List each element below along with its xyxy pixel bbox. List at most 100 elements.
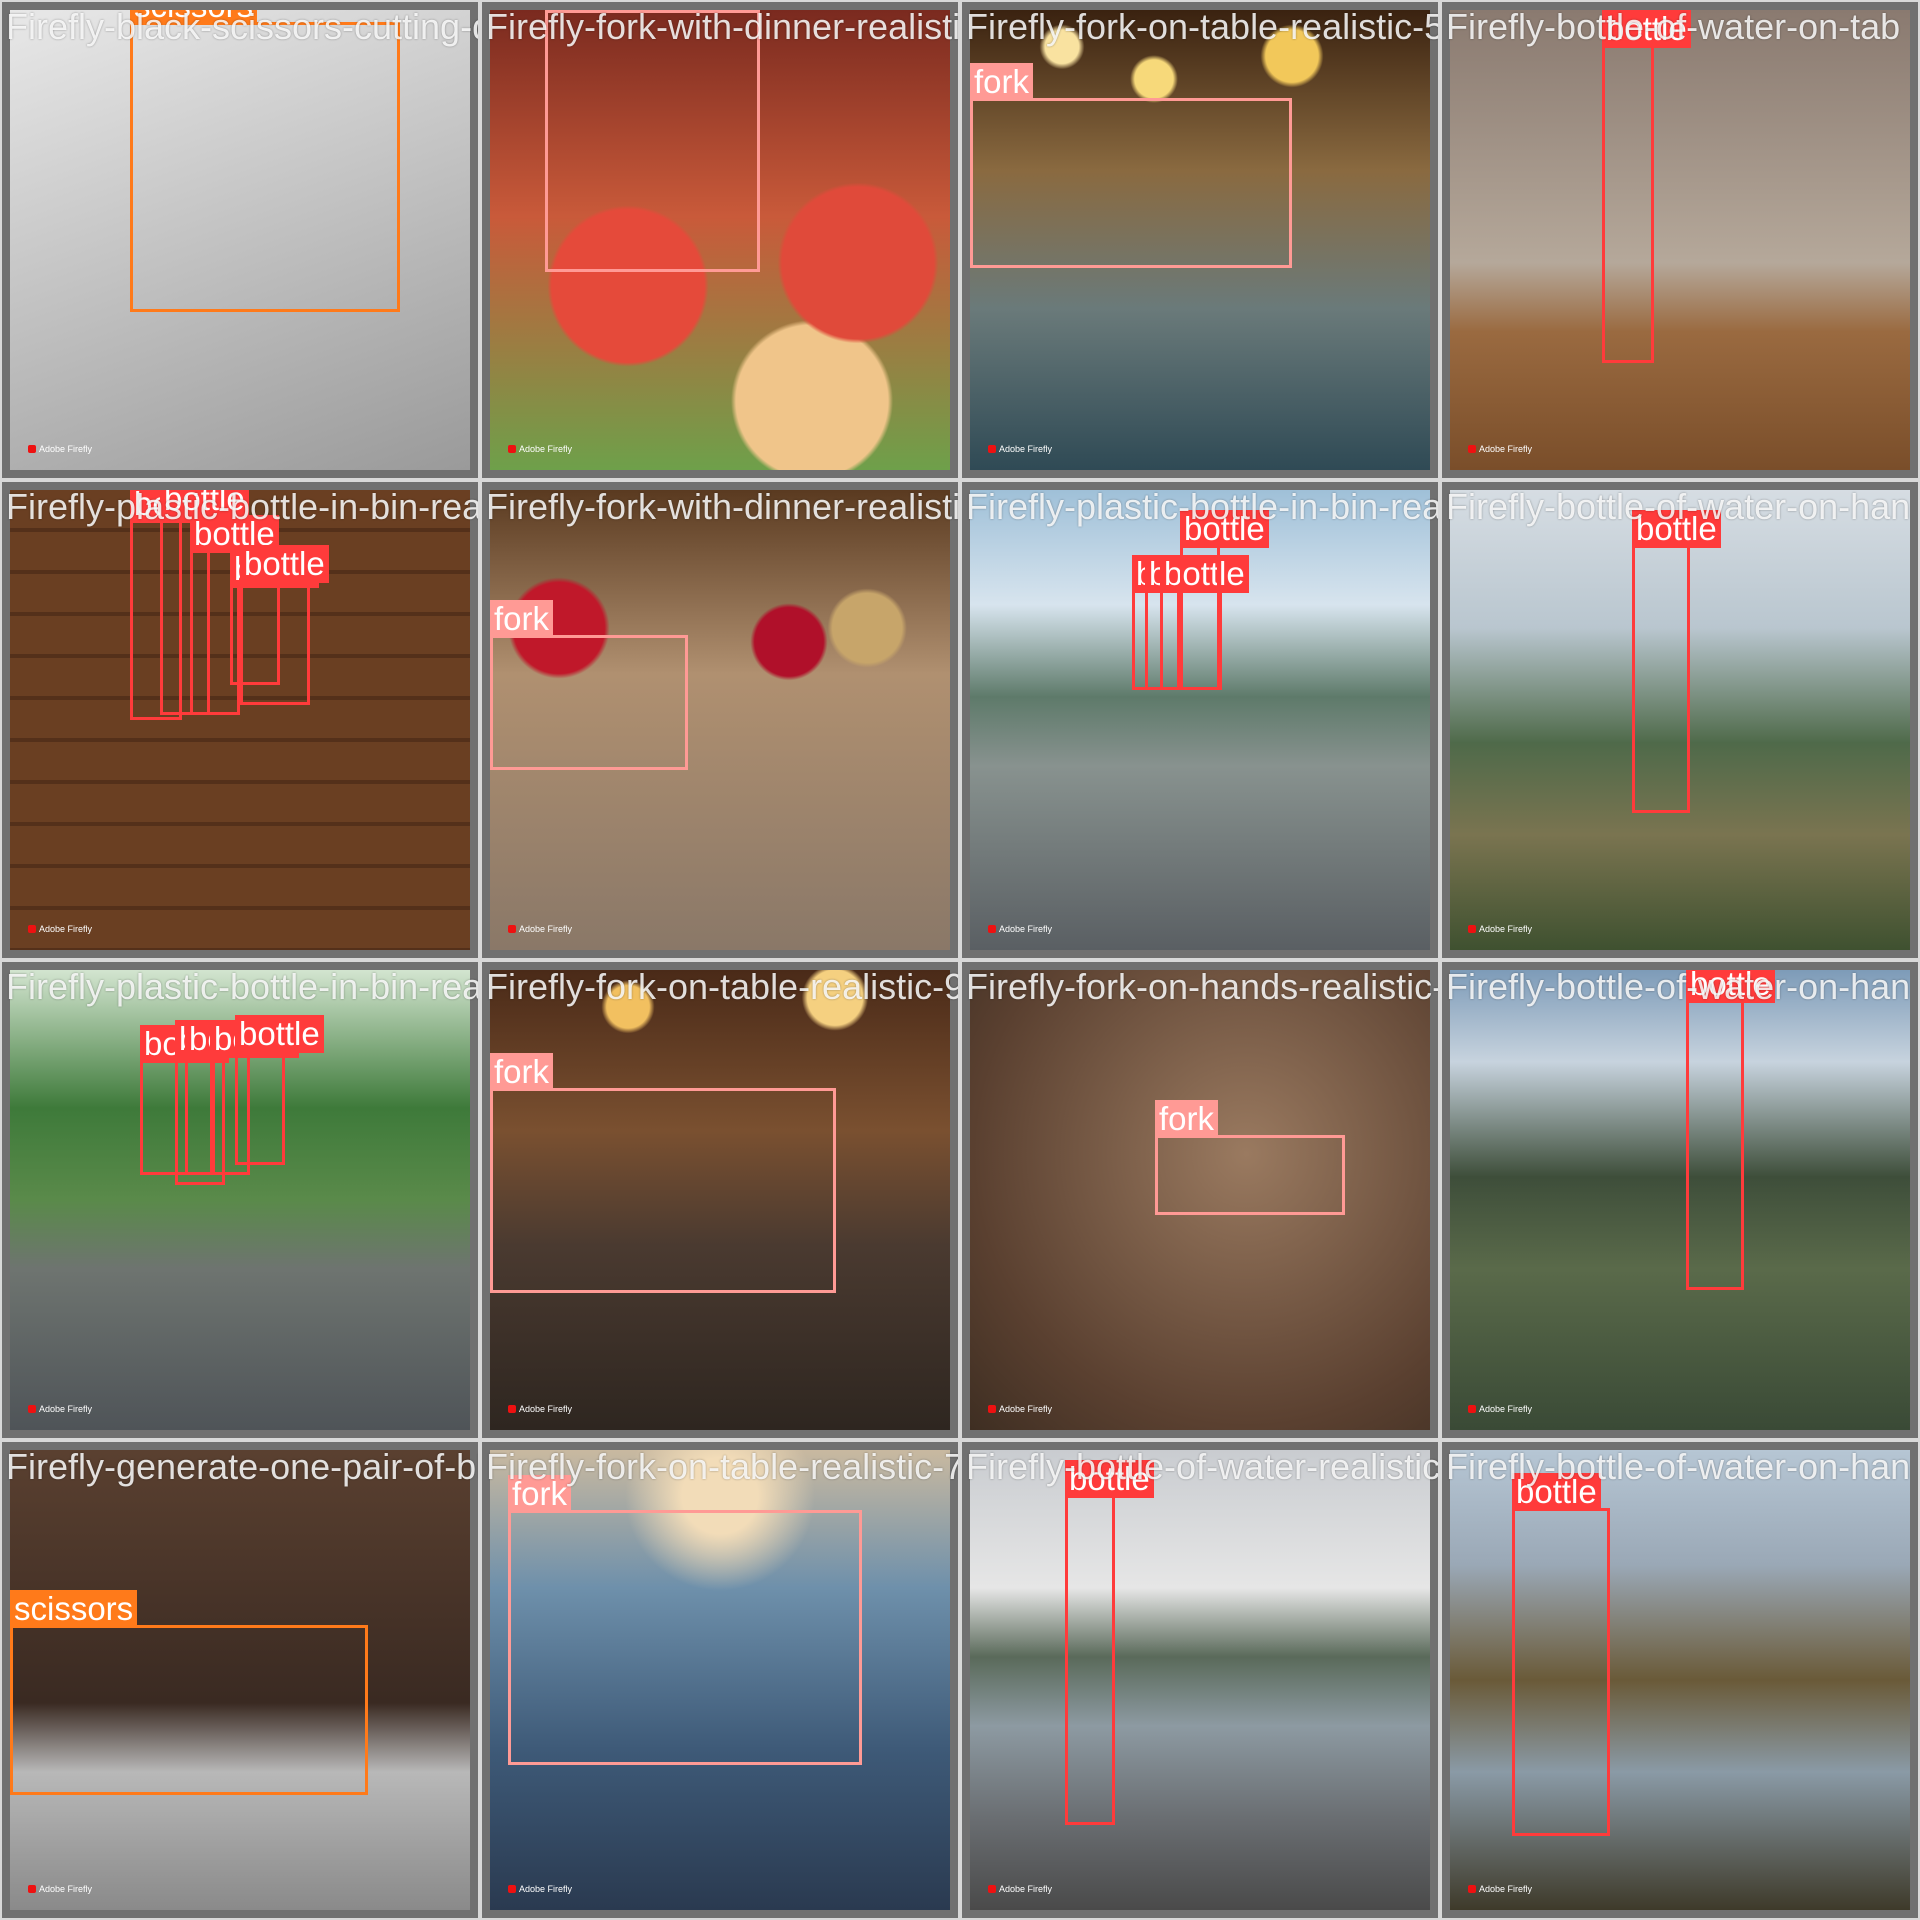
detection-box-fork: fork: [508, 1475, 862, 1765]
image-filename: Firefly-bottle-of-water-realistic-8270: [966, 1446, 1440, 1487]
watermark-text: Adobe Firefly: [1479, 924, 1533, 934]
adobe-firefly-watermark: Adobe Firefly: [1468, 1404, 1532, 1414]
watermark-text: Adobe Firefly: [519, 1404, 573, 1414]
adobe-logo-icon: [988, 925, 996, 933]
result-photo: Adobe Firefly bottle: [1450, 490, 1910, 950]
watermark-text: Adobe Firefly: [39, 924, 93, 934]
adobe-firefly-watermark: Adobe Firefly: [1468, 444, 1532, 454]
image-filename: Firefly-fork-on-table-realistic-70e8: [486, 1446, 958, 1487]
image-filename: Firefly-bottle-of-water-on-han: [1446, 486, 1911, 527]
image-filename: Firefly-fork-with-dinner-realistic-2249: [486, 486, 960, 527]
watermark-text: Adobe Firefly: [1479, 1884, 1533, 1894]
adobe-logo-icon: [1468, 445, 1476, 453]
adobe-firefly-watermark: Adobe Firefly: [988, 924, 1052, 934]
result-photo: Adobe Firefly fork: [970, 970, 1430, 1430]
detection-box-fork: fork: [1155, 1100, 1345, 1215]
adobe-firefly-watermark: Adobe Firefly: [28, 1404, 92, 1414]
adobe-logo-icon: [508, 1885, 516, 1893]
image-filename: Firefly-bottle-of-water-on-han: [1446, 966, 1911, 1007]
result-photo: Adobe Firefly bottle: [1450, 1450, 1910, 1910]
image-filename: Firefly-fork-on-hands-realistic-89783.jp…: [966, 966, 1438, 1007]
detection-box-bottle: bottle: [1512, 1473, 1610, 1836]
adobe-logo-icon: [508, 445, 516, 453]
watermark-text: Adobe Firefly: [1479, 1404, 1533, 1414]
result-photo: Adobe Firefly fork: [490, 1450, 950, 1910]
image-filename: Firefly-black-scissors-cutting-diff: [6, 6, 480, 47]
watermark-text: Adobe Firefly: [999, 1884, 1053, 1894]
result-tile: Adobe Firefly scissorsFirefly-black-sciss…: [0, 0, 480, 480]
result-tile: Adobe Firefly bottle Firefly-bottle-of-wat…: [1440, 960, 1920, 1440]
adobe-firefly-watermark: Adobe Firefly: [1468, 924, 1532, 934]
image-filename: Firefly-fork-with-dinner-realistic-55675: [486, 6, 960, 47]
adobe-firefly-watermark: Adobe Firefly: [988, 444, 1052, 454]
detection-label: fork: [970, 63, 1034, 101]
adobe-logo-icon: [28, 445, 36, 453]
adobe-logo-icon: [1468, 925, 1476, 933]
adobe-logo-icon: [988, 1885, 996, 1893]
result-photo: Adobe Fireflybottlebottlebottlebottle: [970, 490, 1430, 950]
result-tile: Adobe Firefly fork Firefly-fork-on-table-r…: [960, 0, 1440, 480]
detection-box-fork: fork: [970, 63, 1292, 268]
image-filename: Firefly-bottle-of-water-on-han: [1446, 1446, 1911, 1487]
image-filename: Firefly-plastic-bottle-in-bin-realistic: [6, 966, 478, 1007]
adobe-logo-icon: [988, 445, 996, 453]
adobe-firefly-watermark: Adobe Firefly: [1468, 1884, 1532, 1894]
image-filename: Firefly-bottle-of-water-on-tab: [1446, 6, 1901, 47]
adobe-firefly-watermark: Adobe Firefly: [28, 924, 92, 934]
image-filename: Firefly-generate-one-pair-of-blue-han: [6, 1446, 478, 1487]
image-filename: Firefly-fork-on-table-realistic-93675.jp…: [486, 966, 958, 1007]
detection-box-bottle: bottle: [1686, 970, 1775, 1290]
result-photo: Adobe Firefly bottle: [1450, 10, 1910, 470]
adobe-logo-icon: [28, 1405, 36, 1413]
result-photo: Adobe Fireflybottlebottlebottlebottlebot…: [10, 970, 470, 1430]
detection-box-bottle: bottle: [1065, 1460, 1154, 1825]
watermark-text: Adobe Firefly: [39, 1404, 93, 1414]
adobe-firefly-watermark: Adobe Firefly: [508, 1884, 572, 1894]
result-tile: Adobe Firefly bottle Firefly-bottle-of-wat…: [1440, 480, 1920, 960]
detection-box-fork: fork: [490, 1053, 836, 1293]
result-tile: Adobe Firefly scissors Firefly-generate-on…: [0, 1440, 480, 1920]
detection-label: fork: [490, 1053, 554, 1091]
image-filename: Firefly-plastic-bottle-in-bin-realistic: [966, 486, 1438, 527]
detection-box-bottle: bottle: [1180, 510, 1269, 690]
result-photo: Adobe Firefly scissors: [10, 10, 470, 470]
detection-box-bottle: bottle: [1160, 555, 1249, 690]
result-tile: Adobe FireflybottlebottlebottlebottleFir…: [960, 480, 1440, 960]
detection-label: bottle: [240, 545, 329, 583]
adobe-logo-icon: [508, 925, 516, 933]
result-photo: Adobe Firefly fork: [490, 970, 950, 1430]
adobe-logo-icon: [1468, 1405, 1476, 1413]
result-photo: Adobe Firefly scissors: [10, 1450, 470, 1910]
result-tile: Adobe Firefly bottle Firefly-bottle-of-wat…: [960, 1440, 1440, 1920]
result-tile: Adobe Firefly bottle Firefly-bottle-of-wat…: [1440, 1440, 1920, 1920]
result-tile: Adobe Fireflybottlebottlebottlebottlebot…: [0, 960, 480, 1440]
adobe-logo-icon: [508, 1405, 516, 1413]
detection-box-bottle: bottle: [235, 1015, 324, 1165]
result-photo: Adobe Fireflybottlebottlebottlebottlebot…: [10, 490, 470, 950]
watermark-text: Adobe Firefly: [1479, 444, 1533, 454]
detection-label: scissors: [10, 1590, 138, 1628]
adobe-firefly-watermark: Adobe Firefly: [508, 924, 572, 934]
adobe-firefly-watermark: Adobe Firefly: [988, 1404, 1052, 1414]
result-photo: Adobe Firefly bottle: [970, 1450, 1430, 1910]
watermark-text: Adobe Firefly: [999, 924, 1053, 934]
watermark-text: Adobe Firefly: [519, 924, 573, 934]
adobe-firefly-watermark: Adobe Firefly: [988, 1884, 1052, 1894]
detection-results-grid: Adobe Firefly scissors Firefly-black-sciss…: [0, 0, 1920, 1920]
watermark-text: Adobe Firefly: [999, 1404, 1053, 1414]
watermark-text: Adobe Firefly: [39, 444, 93, 454]
adobe-firefly-watermark: Adobe Firefly: [508, 1404, 572, 1414]
result-tile: Adobe Firefly fork Firefly-fork-on-table-r…: [480, 1440, 960, 1920]
watermark-text: Adobe Firefly: [519, 444, 573, 454]
detection-box-scissors: scissors: [10, 1590, 368, 1795]
watermark-text: Adobe Firefly: [519, 1884, 573, 1894]
result-photo: Adobe Firefly fork: [970, 10, 1430, 470]
adobe-logo-icon: [1468, 1885, 1476, 1893]
result-tile: Adobe Firefly fork Firefly-fork-on-hands-r…: [960, 960, 1440, 1440]
watermark-text: Adobe Firefly: [39, 1884, 93, 1894]
image-filename: Firefly-plastic-bottle-in-bin-realistic: [6, 486, 478, 527]
result-tile: Adobe Firefly fork Firefly-fork-on-table-r…: [480, 960, 960, 1440]
detection-label: bottle: [235, 1015, 324, 1053]
detection-label: fork: [490, 600, 554, 638]
adobe-firefly-watermark: Adobe Firefly: [508, 444, 572, 454]
